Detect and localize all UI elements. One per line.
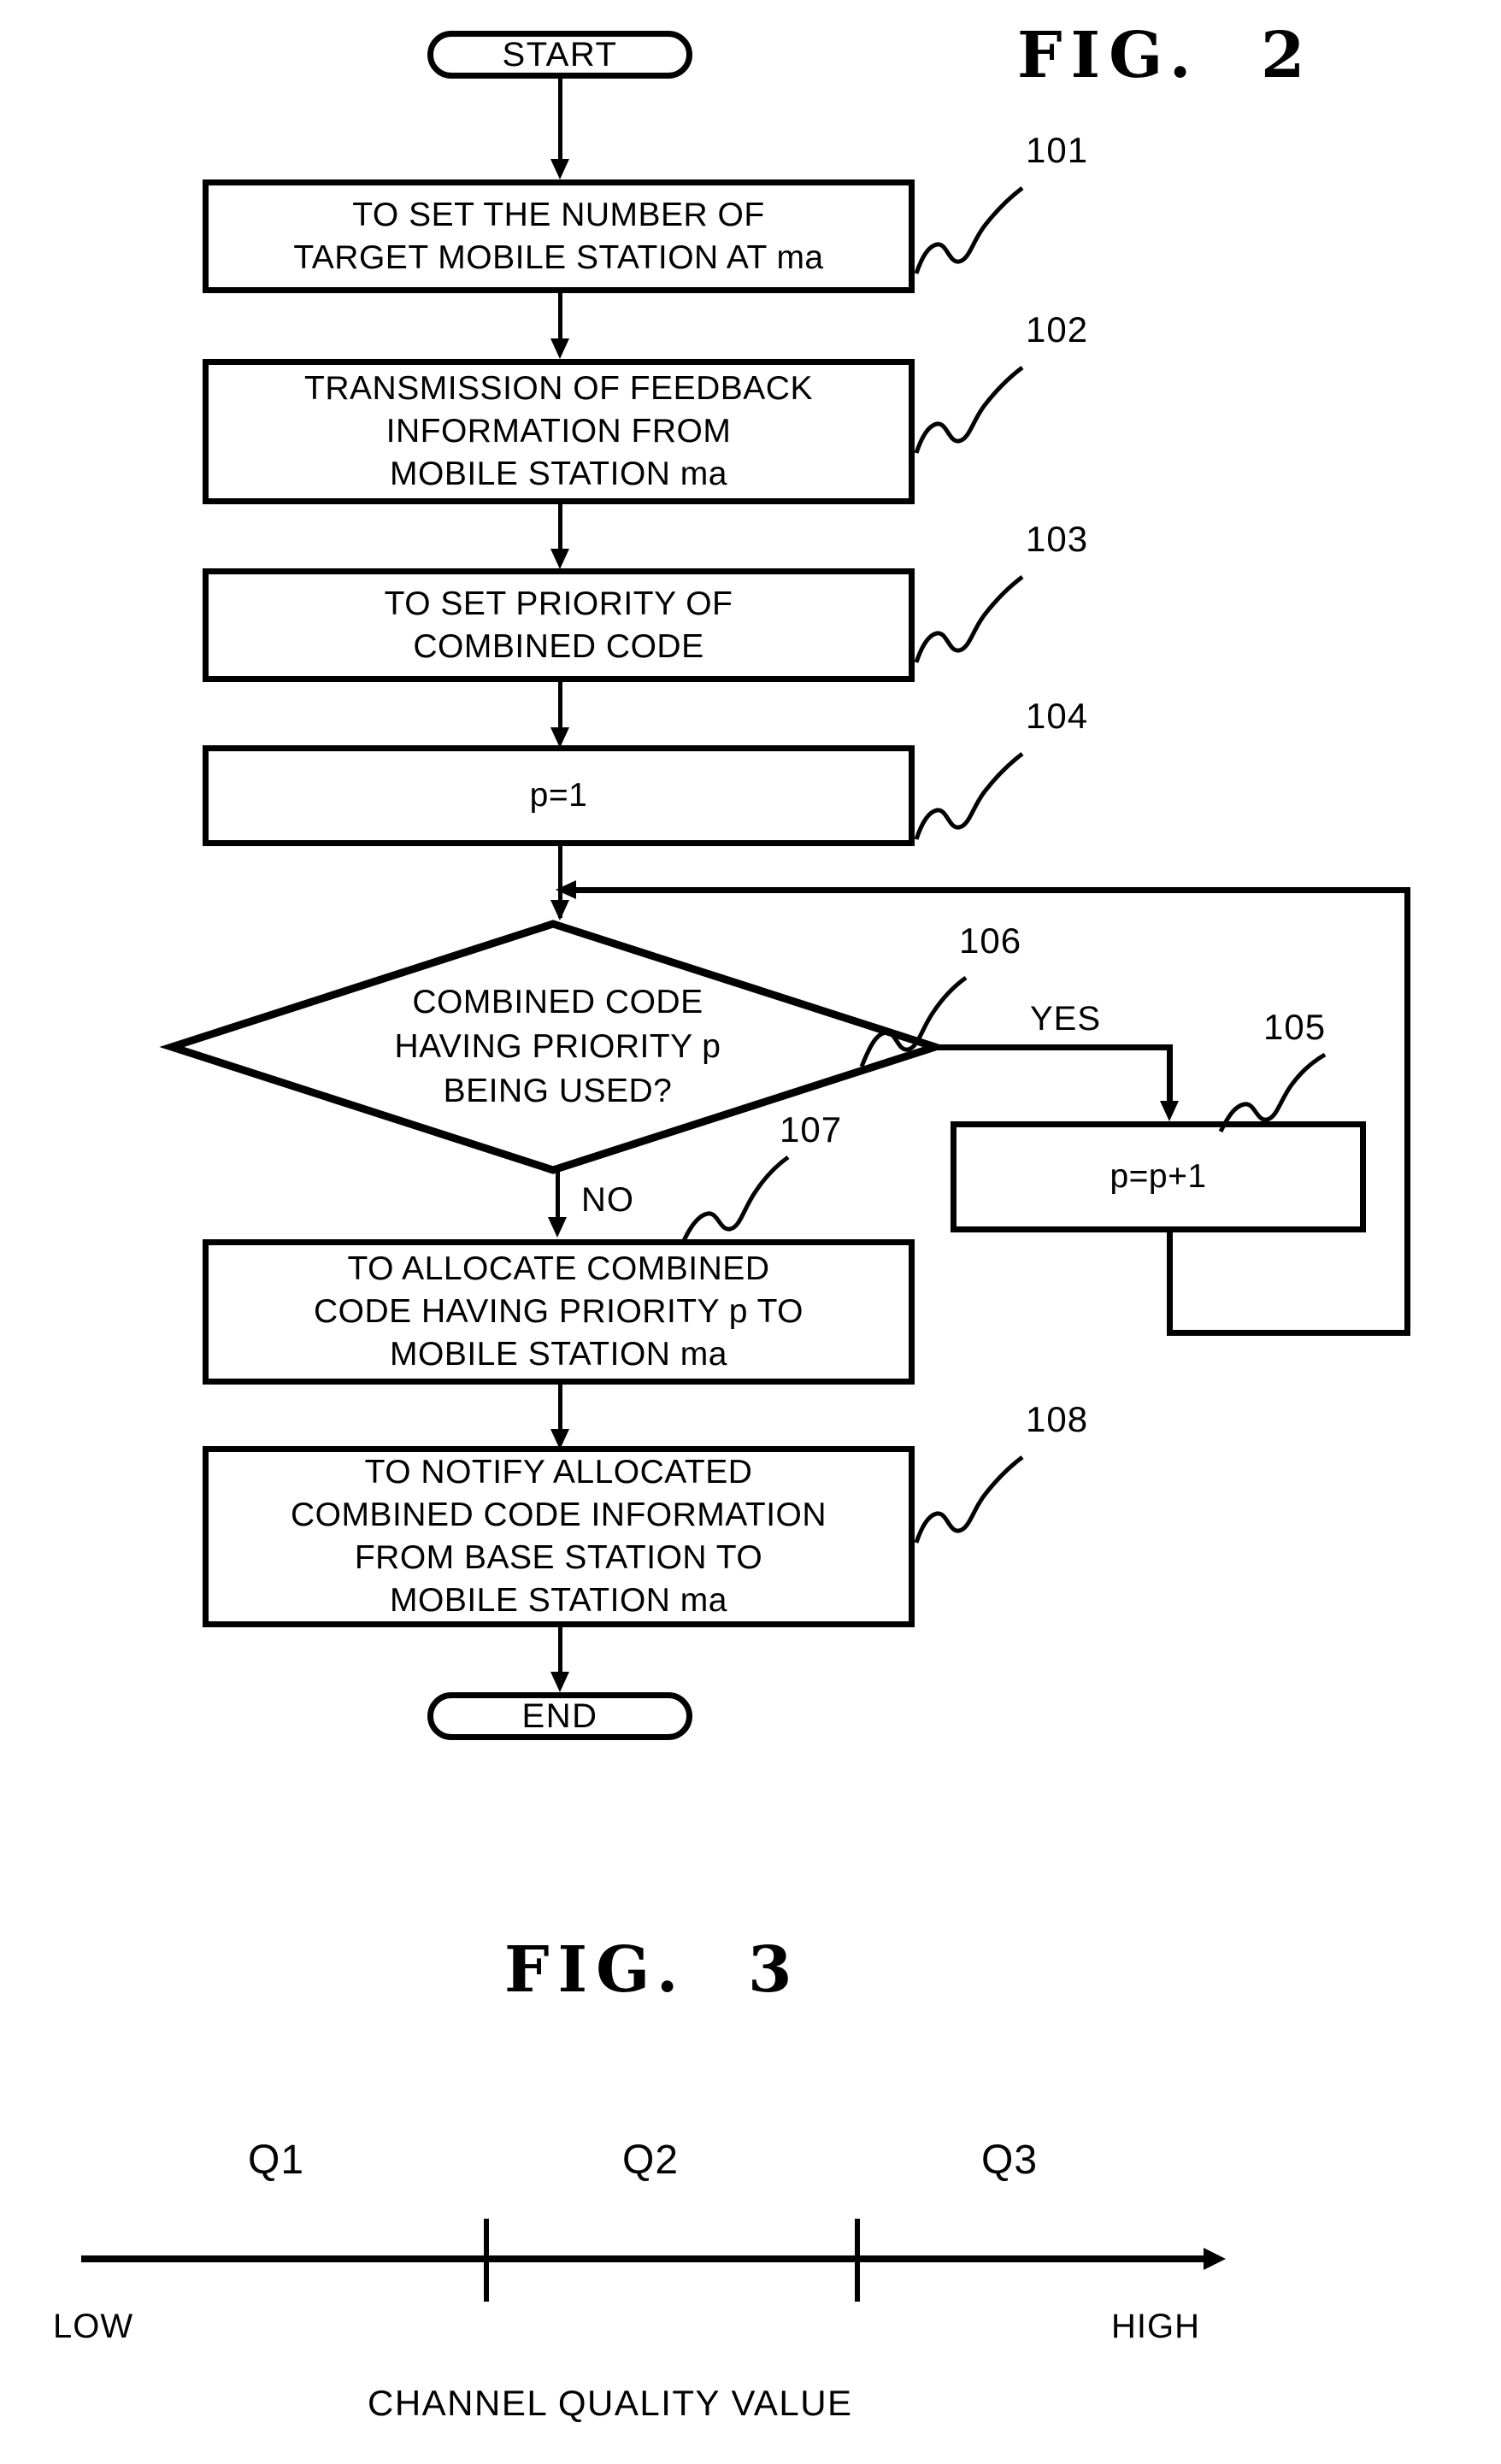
start-terminator: START (427, 31, 692, 79)
connector-103-to-104 (558, 682, 562, 731)
leader-line-102 (914, 366, 1024, 454)
axis-caption: CHANNEL QUALITY VALUE (368, 2383, 853, 2423)
reference-numeral-106: 106 (959, 920, 1022, 961)
arrowhead-start-to-101 (550, 159, 569, 179)
reference-numeral-101: 101 (1026, 130, 1089, 170)
figure-2-title: FIG. 2 (1017, 19, 1314, 92)
process-box-103-label: TO SET PRIORITY OF COMBINED CODE (384, 585, 733, 665)
arrowhead-104-to-106 (550, 900, 569, 920)
arrowhead-101-to-102 (550, 338, 569, 359)
loopback-segment-down (1167, 1231, 1173, 1335)
patent-figure-page: FIG. 2 START TO SET THE NUMBER OF TARGET… (0, 0, 1501, 2464)
connector-107-to-108 (558, 1385, 562, 1432)
process-box-105-label: p=p+1 (1110, 1158, 1207, 1196)
process-box-102-label: TRANSMISSION OF FEEDBACK INFORMATION FRO… (304, 370, 813, 492)
arrowhead-102-to-103 (550, 549, 569, 569)
connector-102-to-103 (558, 504, 562, 553)
reference-numeral-108: 108 (1026, 1399, 1089, 1439)
axis-line (81, 2255, 1208, 2262)
connector-106-yes-horizontal (932, 1044, 1173, 1050)
loopback-segment-right (1167, 1330, 1410, 1336)
start-terminator-label: START (502, 35, 618, 74)
region-label-q3: Q3 (981, 2138, 1039, 2183)
connector-108-to-end (558, 1627, 562, 1675)
region-label-q2: Q2 (622, 2138, 680, 2183)
leader-line-103 (914, 575, 1024, 663)
arrowhead-106-no-to-107 (548, 1217, 567, 1238)
connector-start-to-101 (558, 79, 562, 161)
figure-3-title: FIG. 3 (504, 1933, 801, 2007)
decision-diamond-106-label: COMBINED CODE HAVING PRIORITY p BEING US… (394, 984, 721, 1109)
process-box-107-label: TO ALLOCATE COMBINED CODE HAVING PRIORIT… (313, 1250, 804, 1373)
reference-numeral-104: 104 (1026, 696, 1089, 736)
process-box-102: TRANSMISSION OF FEEDBACK INFORMATION FRO… (203, 359, 915, 504)
leader-line-105 (1218, 1052, 1327, 1133)
loopback-segment-up (1404, 887, 1410, 1333)
reference-numeral-105: 105 (1263, 1007, 1327, 1047)
reference-numeral-102: 102 (1026, 309, 1089, 350)
process-box-101-label: TO SET THE NUMBER OF TARGET MOBILE STATI… (293, 196, 824, 276)
leader-line-101 (914, 186, 1024, 274)
axis-high-label: HIGH (1111, 2308, 1200, 2345)
arrowhead-106-yes-to-105 (1160, 1101, 1179, 1121)
process-box-105: p=p+1 (951, 1121, 1366, 1232)
connector-106-no (556, 1171, 560, 1220)
end-terminator: END (427, 1692, 692, 1740)
arrowhead-loopback-to-106 (556, 880, 576, 899)
process-box-101: TO SET THE NUMBER OF TARGET MOBILE STATI… (203, 179, 915, 293)
region-label-q1: Q1 (248, 2138, 305, 2183)
leader-line-106 (859, 975, 968, 1067)
process-box-104-label: p=1 (529, 777, 588, 814)
leader-line-104 (914, 752, 1024, 840)
end-terminator-label: END (521, 1697, 598, 1735)
branch-label-yes: YES (1030, 1000, 1102, 1038)
loopback-segment-left (574, 887, 1410, 893)
axis-low-label: LOW (53, 2308, 134, 2345)
process-box-108-label: TO NOTIFY ALLOCATED COMBINED CODE INFORM… (290, 1454, 827, 1619)
branch-label-no: NO (581, 1181, 634, 1219)
process-box-108: TO NOTIFY ALLOCATED COMBINED CODE INFORM… (203, 1446, 915, 1627)
process-box-103: TO SET PRIORITY OF COMBINED CODE (203, 568, 915, 682)
leader-line-107 (680, 1155, 790, 1246)
process-box-107: TO ALLOCATE COMBINED CODE HAVING PRIORIT… (203, 1239, 915, 1385)
connector-101-to-102 (558, 293, 562, 342)
leader-line-108 (914, 1455, 1024, 1544)
reference-numeral-107: 107 (780, 1109, 843, 1150)
axis-arrowhead (1204, 2248, 1226, 2270)
process-box-104: p=1 (203, 745, 915, 846)
arrowhead-108-to-end (550, 1672, 569, 1692)
reference-numeral-103: 103 (1026, 519, 1089, 559)
